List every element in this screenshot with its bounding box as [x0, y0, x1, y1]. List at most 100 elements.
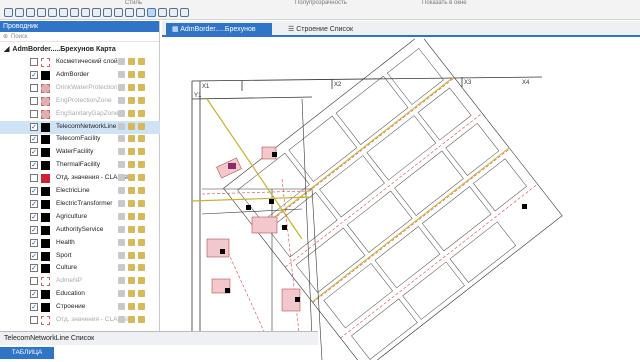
label-layer-icon[interactable]	[128, 264, 135, 272]
layer-row[interactable]: ✓ TelecomNetworkLine	[0, 120, 160, 134]
measure-icon[interactable]	[59, 8, 68, 17]
tab-list[interactable]: ☰ Строение Список	[282, 23, 372, 36]
layer-visibility-checkbox[interactable]	[30, 277, 38, 286]
layer-visibility-checkbox[interactable]: ✓	[30, 148, 38, 157]
edit-pencil-icon[interactable]	[118, 70, 125, 78]
label-layer-icon[interactable]	[128, 251, 135, 259]
layer-style-icon[interactable]	[138, 96, 145, 104]
edit-pencil-icon[interactable]	[118, 316, 125, 323]
layer-visibility-checkbox[interactable]: ✓	[30, 70, 38, 79]
layer-style-icon[interactable]	[138, 70, 145, 78]
layer-visibility-checkbox[interactable]: ✓	[30, 122, 38, 131]
edit-pencil-icon[interactable]	[118, 58, 125, 65]
draw-icon[interactable]	[169, 8, 178, 17]
layer-style-icon[interactable]	[138, 212, 145, 220]
layer-visibility-checkbox[interactable]: ✓	[30, 238, 38, 247]
layer-row[interactable]: ✓ ThermalFacility	[0, 159, 160, 172]
layer-row[interactable]: ✓ ElectricLine	[0, 185, 160, 198]
layer-row[interactable]: Отд. значения - CLASSID	[0, 172, 160, 185]
edit-pencil-icon[interactable]	[118, 225, 125, 233]
edit-pencil-icon[interactable]	[118, 212, 125, 220]
label-layer-icon[interactable]	[128, 187, 135, 194]
label-layer-icon[interactable]	[128, 109, 135, 117]
layer-style-icon[interactable]	[138, 290, 145, 298]
map-canvas[interactable]: X1 X2 X3 X4 Y1	[162, 33, 640, 362]
layer-visibility-checkbox[interactable]: ✓	[30, 199, 38, 208]
layer-row[interactable]: ✓ Culture	[0, 262, 160, 275]
edit-pencil-icon[interactable]	[118, 251, 125, 259]
label-layer-icon[interactable]	[128, 277, 135, 285]
edit-pencil-icon[interactable]	[118, 148, 125, 156]
layer-style-icon[interactable]	[138, 122, 145, 130]
layer-row[interactable]: ✓ WaterFacility	[0, 146, 160, 159]
search-input[interactable]: Поиск	[11, 34, 28, 40]
layer-row[interactable]: ✓ TelecomFacility	[0, 133, 160, 146]
label-layer-icon[interactable]	[128, 96, 135, 104]
layer-visibility-checkbox[interactable]	[30, 174, 38, 183]
layer-row[interactable]: EngProtectionZone	[0, 95, 160, 108]
layer-visibility-checkbox[interactable]	[30, 58, 38, 66]
edit-pencil-icon[interactable]	[118, 264, 125, 272]
edit-pencil-icon[interactable]	[118, 303, 125, 311]
zoom-in-icon[interactable]	[15, 8, 24, 17]
label-layer-icon[interactable]	[128, 122, 135, 130]
select-poly-icon[interactable]	[81, 8, 90, 17]
layer-style-icon[interactable]	[138, 316, 145, 323]
layer-style-icon[interactable]	[138, 148, 145, 156]
style-icon[interactable]	[180, 8, 189, 17]
layer-row[interactable]: ✓ Agriculture	[0, 211, 160, 224]
layer-visibility-checkbox[interactable]: ✓	[30, 264, 38, 273]
reshape-icon[interactable]	[147, 8, 156, 17]
edit-pencil-icon[interactable]	[118, 83, 125, 91]
layer-row[interactable]: EngSanitaryGapZone	[0, 108, 160, 121]
layer-style-icon[interactable]	[138, 161, 145, 169]
layer-style-icon[interactable]	[138, 109, 145, 117]
label-layer-icon[interactable]	[128, 70, 135, 78]
edit-pencil-icon[interactable]	[118, 161, 125, 169]
layer-visibility-checkbox[interactable]	[30, 109, 38, 118]
pan-hand-icon[interactable]	[37, 8, 46, 17]
label-layer-icon[interactable]	[128, 83, 135, 91]
layer-style-icon[interactable]	[138, 303, 145, 311]
layer-row[interactable]: ✓ ElectricTransformer	[0, 198, 160, 211]
layer-style-icon[interactable]	[138, 264, 145, 272]
edit-pencil-icon[interactable]	[118, 187, 125, 194]
edit-pencil-icon[interactable]	[118, 96, 125, 104]
layer-row[interactable]: Отд. значения - CLASSID	[0, 314, 160, 327]
label-layer-icon[interactable]	[128, 316, 135, 323]
edit-pencil-icon[interactable]	[118, 199, 125, 207]
layer-style-icon[interactable]	[138, 83, 145, 91]
label-layer-icon[interactable]	[128, 58, 135, 65]
tab-map[interactable]: ▦ AdmBorder.....Брехунов Карта ✕	[166, 23, 272, 46]
layer-visibility-checkbox[interactable]: ✓	[30, 135, 38, 144]
label-layer-icon[interactable]	[128, 225, 135, 233]
layer-style-icon[interactable]	[138, 187, 145, 194]
edit-pencil-icon[interactable]	[118, 290, 125, 298]
layer-row[interactable]: Косметический слой	[0, 56, 160, 69]
select-rect-icon[interactable]	[70, 8, 79, 17]
layer-visibility-checkbox[interactable]	[30, 316, 38, 324]
layer-style-icon[interactable]	[138, 199, 145, 207]
unselect-icon[interactable]	[114, 8, 123, 17]
layer-visibility-checkbox[interactable]: ✓	[30, 303, 38, 312]
layer-style-icon[interactable]	[138, 277, 145, 285]
add-layer-icon[interactable]: ⊕	[3, 33, 8, 40]
edit-pencil-icon[interactable]	[118, 238, 125, 246]
layer-row[interactable]: ✓ Строение	[0, 301, 160, 314]
layer-row[interactable]: ✓ Health	[0, 237, 160, 250]
edit-pencil-icon[interactable]	[118, 174, 125, 182]
layer-visibility-checkbox[interactable]	[30, 83, 38, 92]
edit-pencil-icon[interactable]	[118, 135, 125, 143]
label-icon[interactable]	[125, 8, 134, 17]
edit-pencil-icon[interactable]	[118, 109, 125, 117]
layer-style-icon[interactable]	[138, 174, 145, 182]
layer-style-icon[interactable]	[138, 58, 145, 65]
label-layer-icon[interactable]	[128, 212, 135, 220]
tab-table[interactable]: ТАБЛИЦА	[0, 347, 54, 359]
layer-visibility-checkbox[interactable]: ✓	[30, 161, 38, 170]
label-layer-icon[interactable]	[128, 174, 135, 182]
layer-style-icon[interactable]	[138, 251, 145, 259]
edit-pencil-icon[interactable]	[118, 122, 125, 130]
label-layer-icon[interactable]	[128, 148, 135, 156]
layer-row[interactable]: ✓ AuthorityService	[0, 224, 160, 237]
